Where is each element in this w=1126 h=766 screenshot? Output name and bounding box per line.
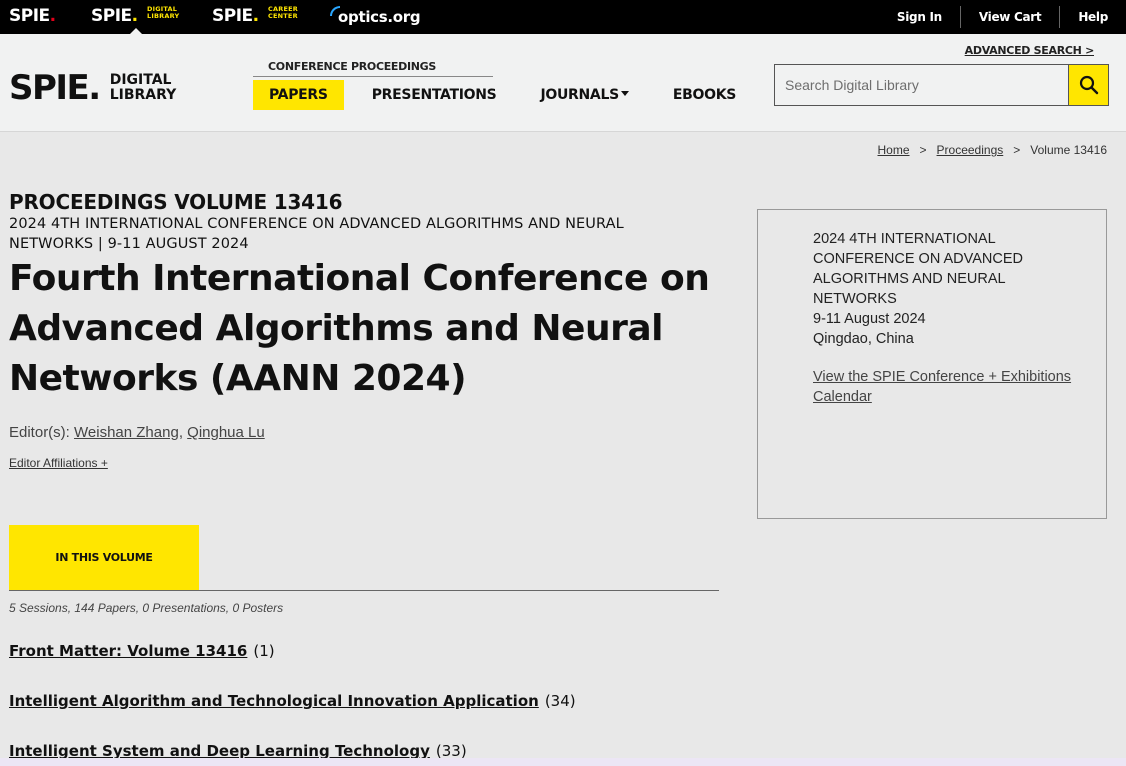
- conference-name-line: 2024 4TH INTERNATIONAL: [813, 231, 996, 247]
- editor-link[interactable]: Qinghua Lu: [187, 424, 265, 441]
- account-links: Sign In View Cart Help: [879, 0, 1126, 34]
- editors-label: Editor(s):: [9, 424, 70, 441]
- search-icon: [1079, 75, 1098, 95]
- bottom-strip: [0, 758, 1126, 766]
- logo-sub-text: DIGITAL LIBRARY: [109, 72, 177, 103]
- tab-journals[interactable]: JOURNALS: [524, 80, 644, 110]
- editor-separator: ,: [178, 424, 183, 441]
- tab-in-this-volume[interactable]: IN THIS VOLUME: [9, 525, 199, 590]
- session-link[interactable]: Intelligent Algorithm and Technological …: [9, 692, 539, 710]
- session-link[interactable]: Front Matter: Volume 13416: [9, 642, 247, 660]
- search-input[interactable]: [774, 64, 1069, 106]
- chevron-down-icon: [620, 91, 629, 96]
- breadcrumb-separator: >: [919, 143, 927, 157]
- session-count: (34): [544, 692, 576, 710]
- tab-papers[interactable]: PAPERS: [253, 80, 344, 110]
- editors-line: Editor(s): Weishan Zhang, Qinghua Lu: [9, 424, 265, 441]
- breadcrumb-proceedings[interactable]: Proceedings: [937, 143, 1004, 157]
- volume-counts: 5 Sessions, 144 Papers, 0 Presentations,…: [9, 601, 284, 615]
- help-link[interactable]: Help: [1059, 6, 1126, 28]
- sign-in-link[interactable]: Sign In: [879, 6, 960, 28]
- conference-dates: 9-11 August 2024: [813, 311, 926, 327]
- spie-digital-library-logo[interactable]: SPIE. DIGITAL LIBRARY: [9, 68, 176, 108]
- breadcrumb-current: Volume 13416: [1030, 143, 1107, 157]
- conference-name-line: NETWORKS: [813, 291, 897, 307]
- advanced-search-link[interactable]: ADVANCED SEARCH >: [965, 44, 1095, 57]
- search-button[interactable]: [1068, 64, 1109, 106]
- editor-link[interactable]: Weishan Zhang: [74, 424, 179, 441]
- top-bar: SPIE. SPIE. DIGITAL LIBRARY SPIE. CAREER C…: [0, 0, 1126, 34]
- spie-career-center-brand-link[interactable]: SPIE. CAREER CENTER: [212, 6, 298, 27]
- list-item: Front Matter: Volume 13416 (1): [9, 642, 275, 660]
- conference-calendar-link[interactable]: View the SPIE Conference + Exhibitions C…: [813, 367, 1083, 407]
- conference-info-box: 2024 4TH INTERNATIONAL CONFERENCE ON ADV…: [757, 209, 1107, 519]
- conference-proceedings-label: CONFERENCE PROCEEDINGS: [268, 60, 437, 73]
- conference-info: 2024 4TH INTERNATIONAL CONFERENCE ON ADV…: [813, 229, 1073, 349]
- editor-affiliations-toggle[interactable]: Editor Affiliations +: [9, 456, 108, 470]
- tab-presentations[interactable]: PRESENTATIONS: [356, 80, 513, 110]
- proceedings-volume-heading: PROCEEDINGS VOLUME 13416: [9, 190, 343, 214]
- divider: [9, 590, 719, 591]
- conference-name-line: ALGORITHMS AND NEURAL: [813, 271, 1006, 287]
- view-cart-link[interactable]: View Cart: [959, 6, 1059, 28]
- divider: [253, 76, 493, 77]
- tab-ebooks[interactable]: EBOOKS: [657, 80, 752, 110]
- breadcrumb: Home > Proceedings > Volume 13416: [878, 143, 1108, 157]
- conference-location: Qingdao, China: [813, 331, 914, 347]
- breadcrumb-home[interactable]: Home: [878, 143, 910, 157]
- optics-org-brand-link[interactable]: optics.org: [330, 6, 421, 26]
- site-header: SPIE. DIGITAL LIBRARY CONFERENCE PROCEEDI…: [0, 34, 1126, 132]
- breadcrumb-separator: >: [1013, 143, 1021, 157]
- spie-digital-library-brand-link[interactable]: SPIE. DIGITAL LIBRARY: [91, 6, 179, 27]
- nav-tabs: PAPERS PRESENTATIONS JOURNALS EBOOKS: [253, 80, 764, 110]
- spie-brand-link[interactable]: SPIE.: [9, 6, 56, 26]
- page-title: Fourth International Conference on Advan…: [9, 258, 710, 399]
- logo-main-text: SPIE.: [9, 68, 101, 108]
- session-count: (1): [253, 642, 275, 660]
- conference-name-line: CONFERENCE ON ADVANCED: [813, 251, 1024, 267]
- conference-subtitle: 2024 4TH INTERNATIONAL CONFERENCE ON ADV…: [9, 216, 624, 252]
- list-item: Intelligent Algorithm and Technological …: [9, 692, 576, 710]
